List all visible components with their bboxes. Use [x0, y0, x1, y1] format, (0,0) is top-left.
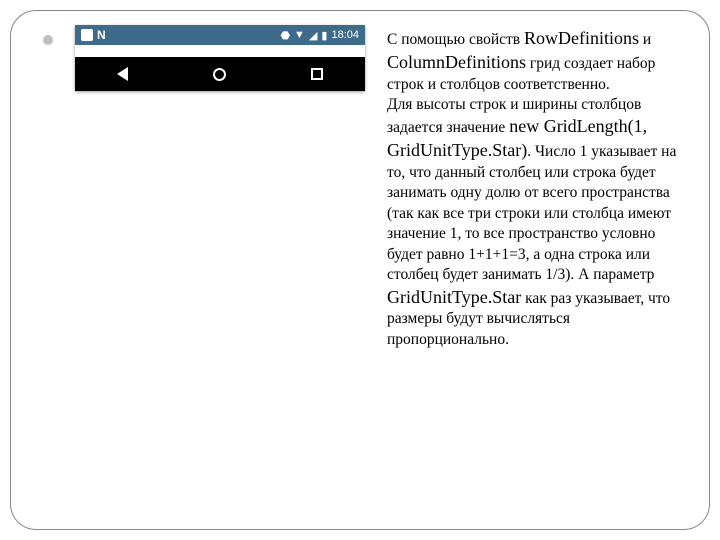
bullet-decoration — [43, 35, 53, 45]
status-bar: N ⬣ ▼ ◢ ▮ 18:04 — [75, 25, 365, 45]
text: и — [639, 31, 651, 48]
color-grid — [75, 45, 365, 57]
phone-mockup: N ⬣ ▼ ◢ ▮ 18:04 — [75, 25, 365, 91]
code-term: RowDefinitions — [524, 28, 639, 48]
system-icon: ⬣ — [280, 29, 290, 42]
battery-icon: ▮ — [321, 29, 327, 42]
text: . Число 1 указывает на то, что данный ст… — [387, 143, 676, 283]
status-left: N — [81, 28, 106, 42]
nav-bar — [75, 57, 365, 91]
wifi-icon: ▼ — [294, 29, 305, 41]
code-term: GridUnitType.Star — [387, 287, 521, 307]
clock: 18:04 — [331, 29, 359, 41]
recent-icon[interactable] — [311, 68, 323, 80]
description-text: С помощью свойств RowDefinitions и Colum… — [387, 25, 691, 515]
slide-frame: N ⬣ ▼ ◢ ▮ 18:04 — [10, 10, 710, 530]
text: С помощью свойств — [387, 31, 524, 48]
notification-icon: N — [97, 28, 106, 42]
code-term: ColumnDefinitions — [387, 52, 526, 72]
phone-column: N ⬣ ▼ ◢ ▮ 18:04 — [33, 25, 365, 515]
home-icon[interactable] — [213, 68, 226, 81]
app-icon — [81, 29, 93, 41]
signal-icon: ◢ — [309, 29, 317, 42]
back-icon[interactable] — [117, 67, 128, 81]
status-right: ⬣ ▼ ◢ ▮ 18:04 — [280, 29, 359, 42]
